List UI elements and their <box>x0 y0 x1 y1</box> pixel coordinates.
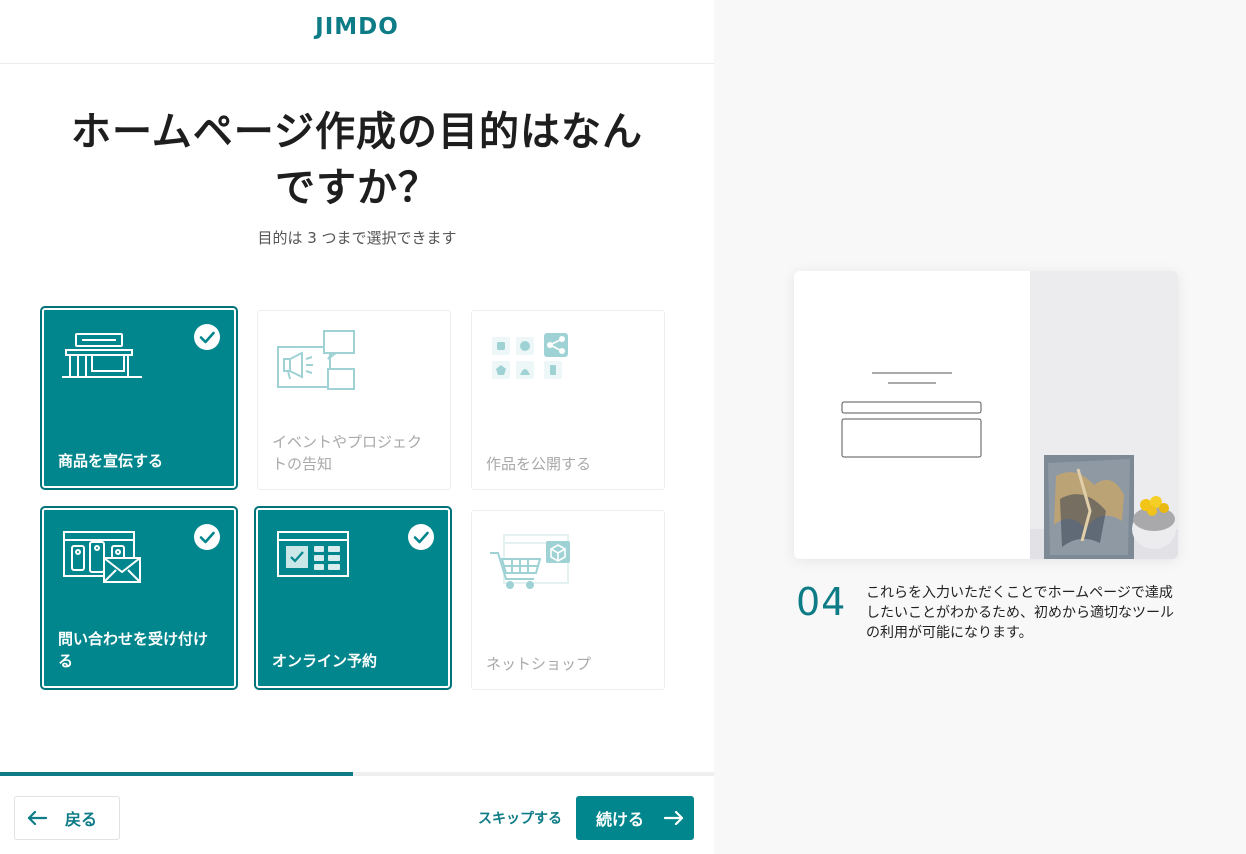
back-button-label: 戻る <box>65 810 98 829</box>
page-title: ホームページ作成の目的はなんですか？ <box>71 109 643 211</box>
option-label: 作品を公開する <box>486 455 592 473</box>
calendar-booking-icon <box>276 528 352 584</box>
contact-mail-icon <box>62 528 142 590</box>
wizard-panel: JIMDO ホームページ作成の目的はなんですか？ 目的は 3 つまで選択できます… <box>0 0 714 854</box>
jimdo-logo[interactable]: JIMDO <box>0 14 714 40</box>
step-description: これらを入力いただくことでホームページで達成したいことがわかるため、初めから適切… <box>866 585 1174 641</box>
checkmark-icon <box>194 324 220 350</box>
website-preview-illustration <box>794 271 1178 559</box>
megaphone-icon <box>276 329 360 397</box>
progress-bar <box>0 772 714 776</box>
shopping-cart-icon <box>490 529 574 597</box>
continue-button[interactable]: 続ける <box>576 796 694 840</box>
back-button[interactable]: 戻る <box>14 796 120 840</box>
storefront-icon <box>62 328 142 382</box>
skip-button[interactable]: スキップする <box>470 808 570 828</box>
continue-button-label: 続ける <box>596 810 645 829</box>
arrow-left-icon <box>27 811 47 825</box>
page-subtitle: 目的は 3 つまで選択できます <box>257 229 457 247</box>
share-shapes-icon <box>490 329 574 397</box>
option-card-online-booking[interactable]: オンライン予約 <box>256 508 450 688</box>
option-label: オンライン予約 <box>272 652 378 670</box>
option-card-inquiries[interactable]: 問い合わせを受け付ける <box>42 508 236 688</box>
step-number: 04 <box>796 580 847 624</box>
progress-bar-fill <box>0 772 354 776</box>
option-card-event-announcement[interactable]: イベントやプロジェクトの告知 <box>257 310 451 490</box>
option-label: ネットショップ <box>486 655 592 673</box>
option-label: 商品を宣伝する <box>58 452 164 470</box>
option-card-publish-works[interactable]: 作品を公開する <box>471 310 665 490</box>
option-card-promote-products[interactable]: 商品を宣伝する <box>42 308 236 488</box>
checkmark-icon <box>194 524 220 550</box>
header: JIMDO <box>0 0 714 64</box>
option-label: イベントやプロジェクトの告知 <box>272 433 423 473</box>
option-card-online-shop[interactable]: ネットショップ <box>471 510 665 690</box>
option-label: 問い合わせを受け付ける <box>58 630 209 670</box>
arrow-right-icon <box>664 811 684 825</box>
checkmark-icon <box>408 524 434 550</box>
